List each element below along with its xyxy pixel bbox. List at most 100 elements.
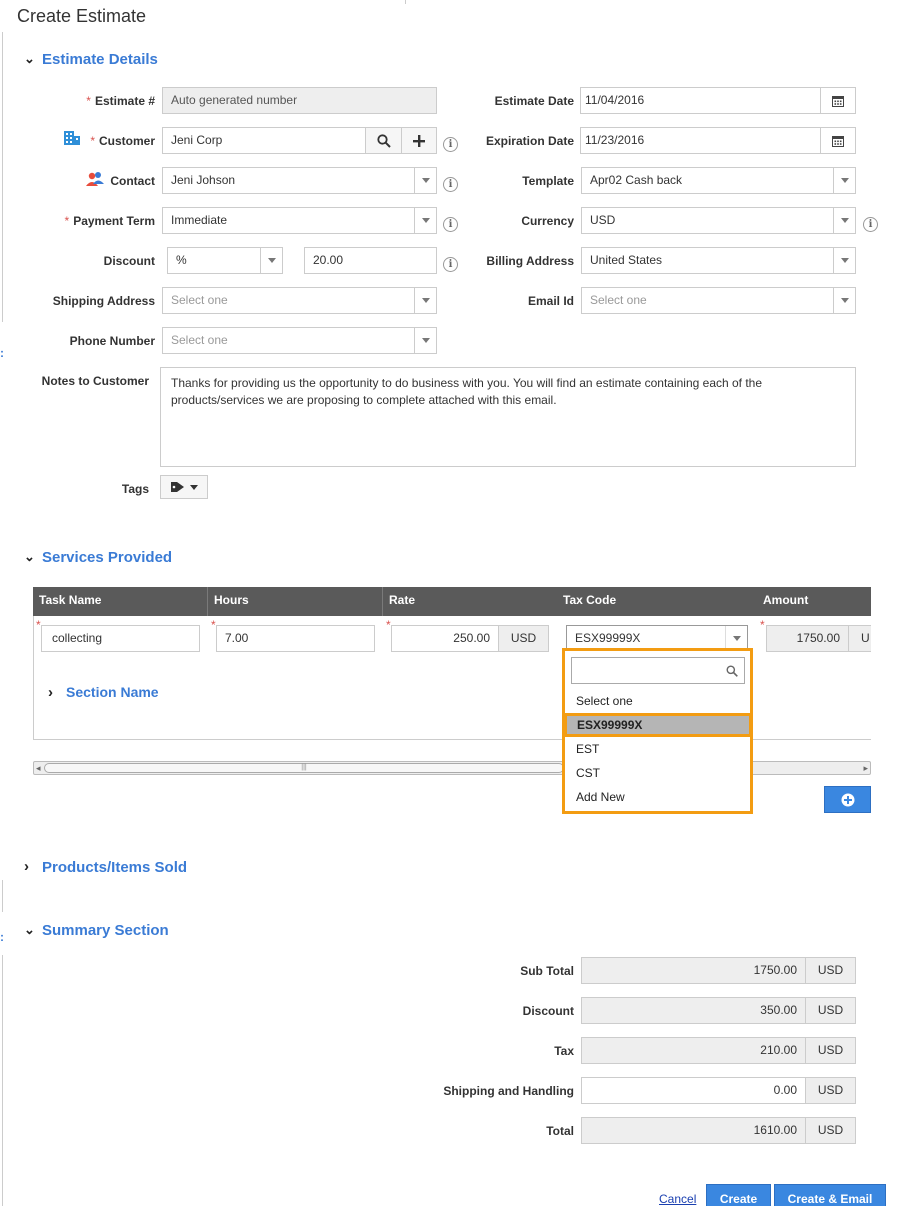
tax-option-est[interactable]: EST xyxy=(567,737,748,761)
section-summary[interactable]: Summary Section xyxy=(42,922,169,939)
chevron-down-icon xyxy=(414,328,436,353)
discount-type-value: % xyxy=(176,253,187,267)
template-label: Template xyxy=(522,174,574,188)
discount-label: Discount xyxy=(103,254,155,268)
notes-textarea[interactable]: Thanks for providing us the opportunity … xyxy=(160,367,856,467)
column-header-task: Task Name xyxy=(33,587,208,616)
expiration-date-input[interactable]: 11/23/2016 xyxy=(580,127,821,154)
column-header-amount: Amount xyxy=(757,587,871,616)
rate-unit: USD xyxy=(498,625,549,652)
chevron-down-icon xyxy=(414,168,436,193)
discount-info-icon[interactable]: i xyxy=(443,257,458,272)
plus-circle-icon xyxy=(841,793,854,806)
phone-number-label: Phone Number xyxy=(69,334,155,348)
customer-info-icon[interactable]: i xyxy=(443,137,458,152)
expiration-date-label: Expiration Date xyxy=(485,134,574,148)
contact-info-icon[interactable]: i xyxy=(443,177,458,192)
left-edge-mark: : xyxy=(0,346,4,360)
billing-address-label: Billing Address xyxy=(486,254,574,268)
estimate-no-input[interactable]: Auto generated number xyxy=(162,87,437,114)
tax-unit: USD xyxy=(805,1037,856,1064)
total-label: Total xyxy=(546,1124,574,1138)
tax-code-search-input[interactable] xyxy=(571,657,745,684)
task-name-input[interactable]: collecting xyxy=(41,625,200,652)
cancel-link[interactable]: Cancel xyxy=(659,1192,696,1206)
template-select[interactable]: Apr02 Cash back xyxy=(581,167,856,194)
amount-unit: U xyxy=(848,625,871,652)
tax-code-dropdown: Select one ESX99999X EST CST Add New xyxy=(562,648,753,814)
payment-term-select[interactable]: Immediate xyxy=(162,207,437,234)
notes-label: Notes to Customer xyxy=(41,374,149,388)
collapse-chevron-icon[interactable]: ⌄ xyxy=(24,51,35,67)
currency-info-icon[interactable]: i xyxy=(863,217,878,232)
tax-option-select-one[interactable]: Select one xyxy=(567,689,748,713)
billing-address-select[interactable]: United States xyxy=(581,247,856,274)
email-id-select[interactable]: Select one xyxy=(581,287,856,314)
expand-chevron-icon[interactable]: › xyxy=(48,684,53,701)
search-icon xyxy=(726,665,738,677)
chevron-down-icon xyxy=(833,288,855,313)
shipping-handling-input[interactable]: 0.00 xyxy=(581,1077,806,1104)
scrollbar-thumb[interactable]: ||| xyxy=(44,763,564,773)
customer-search-button[interactable] xyxy=(365,127,402,154)
create-email-button[interactable]: Create & Email xyxy=(774,1184,886,1206)
customer-label: * Customer xyxy=(90,134,155,148)
shipping-address-label: Shipping Address xyxy=(52,294,155,308)
top-divider xyxy=(405,0,406,4)
scroll-left-arrow[interactable]: ◂ xyxy=(36,763,41,774)
scroll-right-arrow[interactable]: ▸ xyxy=(863,763,868,774)
contact-select[interactable]: Jeni Johson xyxy=(162,167,437,194)
expand-chevron-icon[interactable]: › xyxy=(24,858,29,875)
required-mark: * xyxy=(760,618,765,632)
tax-option-add-new[interactable]: Add New xyxy=(567,785,748,809)
payment-term-info-icon[interactable]: i xyxy=(443,217,458,232)
total-value: 1610.00 xyxy=(581,1117,806,1144)
estimate-date-calendar-button[interactable] xyxy=(820,87,856,114)
column-header-tax-code: Tax Code xyxy=(557,587,758,616)
left-border xyxy=(2,955,3,1206)
column-header-hours: Hours xyxy=(208,587,383,616)
phone-number-select[interactable]: Select one xyxy=(162,327,437,354)
required-mark: * xyxy=(386,618,391,632)
rate-input[interactable]: 250.00 xyxy=(391,625,499,652)
customer-input[interactable]: Jeni Corp xyxy=(162,127,366,154)
email-id-value: Select one xyxy=(590,293,647,307)
currency-select[interactable]: USD xyxy=(581,207,856,234)
billing-address-value: United States xyxy=(590,253,663,267)
tags-dropdown-button[interactable] xyxy=(160,475,208,499)
chevron-down-icon xyxy=(189,484,198,490)
create-button[interactable]: Create xyxy=(706,1184,771,1206)
shipping-address-value: Select one xyxy=(171,293,228,307)
collapse-chevron-icon[interactable]: ⌄ xyxy=(24,549,35,565)
collapse-chevron-icon[interactable]: ⌄ xyxy=(24,922,35,938)
plus-icon xyxy=(413,134,425,147)
contact-value: Jeni Johson xyxy=(171,173,236,187)
calendar-icon xyxy=(832,95,844,107)
sub-total-value: 1750.00 xyxy=(581,957,806,984)
currency-label: Currency xyxy=(521,214,574,228)
hours-input[interactable]: 7.00 xyxy=(216,625,375,652)
chevron-down-icon xyxy=(414,208,436,233)
search-icon xyxy=(376,133,391,148)
discount-type-select[interactable]: % xyxy=(167,247,283,274)
section-services-provided[interactable]: Services Provided xyxy=(42,549,172,566)
left-border xyxy=(2,880,3,912)
customer-add-button[interactable] xyxy=(401,127,437,154)
shipping-address-select[interactable]: Select one xyxy=(162,287,437,314)
tax-option-cst[interactable]: CST xyxy=(567,761,748,785)
left-edge-mark: : xyxy=(0,930,4,944)
template-value: Apr02 Cash back xyxy=(590,173,683,187)
section-estimate-details[interactable]: Estimate Details xyxy=(42,51,158,68)
expiration-date-calendar-button[interactable] xyxy=(820,127,856,154)
add-row-button[interactable] xyxy=(824,786,871,813)
discount-value-input[interactable]: 20.00 xyxy=(304,247,437,274)
phone-number-value: Select one xyxy=(171,333,228,347)
tax-option-esx99999x[interactable]: ESX99999X xyxy=(564,713,752,737)
section-name-link[interactable]: Section Name xyxy=(66,684,159,700)
email-id-label: Email Id xyxy=(527,294,574,308)
summary-discount-label: Discount xyxy=(522,1004,574,1018)
estimate-date-input[interactable]: 11/04/2016 xyxy=(580,87,821,114)
required-mark: * xyxy=(211,618,216,632)
section-products-items-sold[interactable]: Products/Items Sold xyxy=(42,859,187,876)
chevron-down-icon xyxy=(260,248,282,273)
